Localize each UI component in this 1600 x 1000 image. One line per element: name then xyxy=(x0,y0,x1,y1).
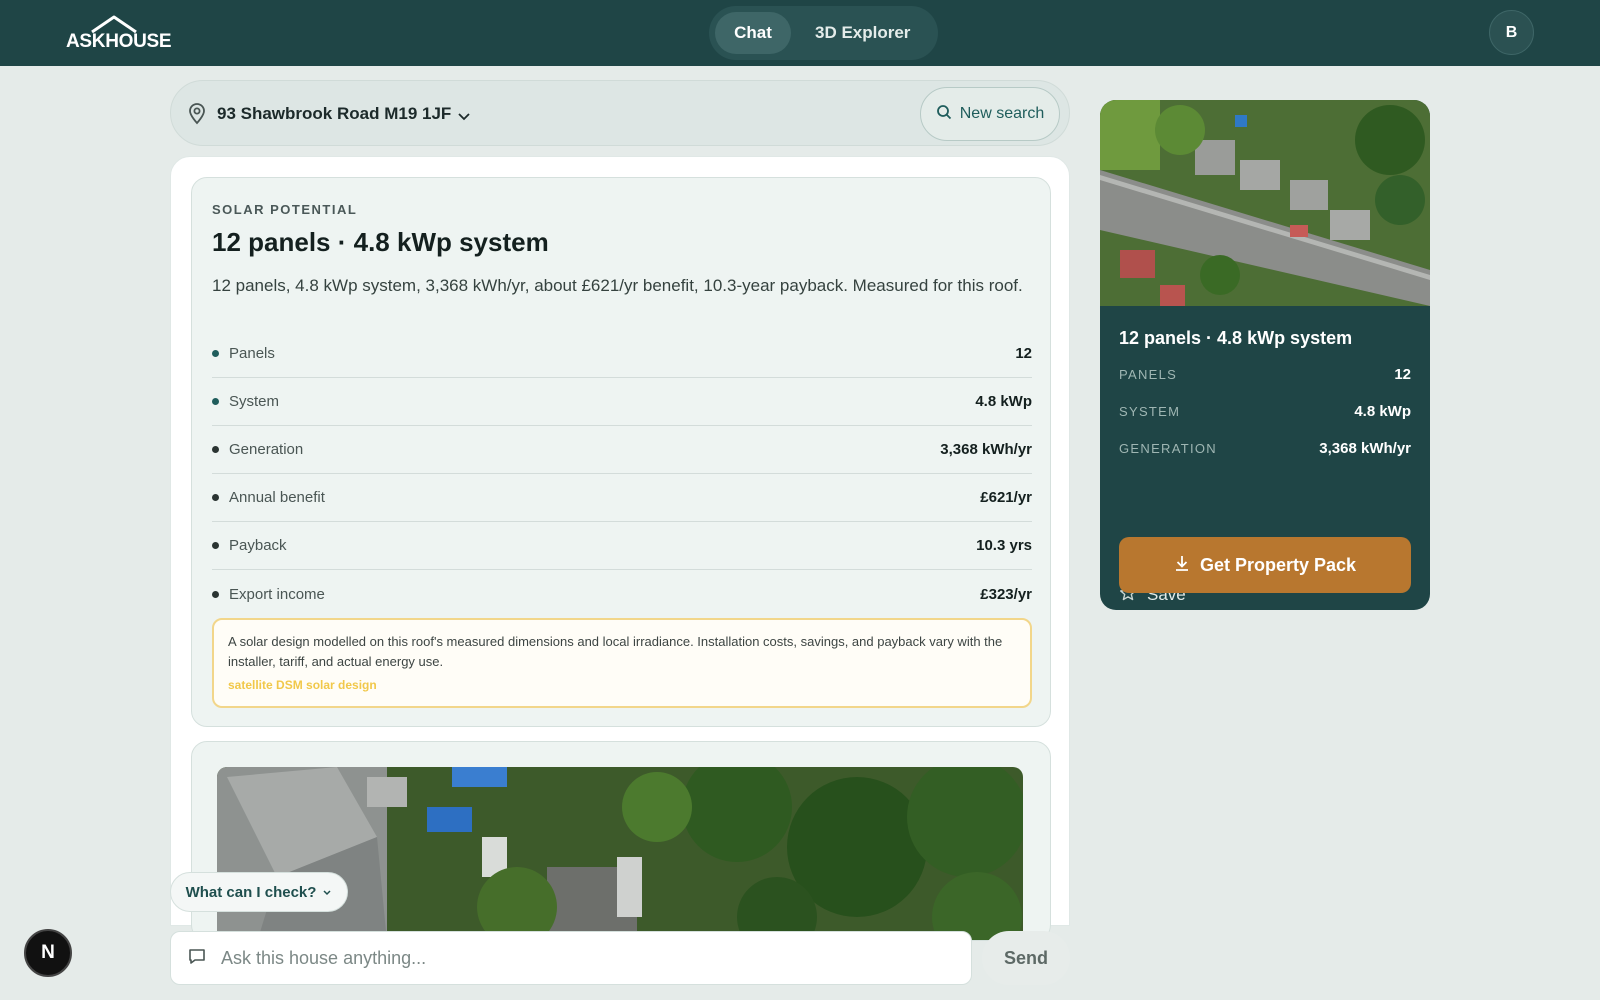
side-stat-panels: PANELS 12 xyxy=(1119,356,1411,393)
metric-row-export-income: Export income £323/yr xyxy=(212,570,1032,618)
metric-label: Annual benefit xyxy=(229,489,325,506)
metric-label: Panels xyxy=(229,345,275,362)
search-icon xyxy=(936,104,952,125)
chat-input-box[interactable] xyxy=(170,931,972,985)
metric-value: 4.8 kWp xyxy=(975,393,1032,410)
metric-value: £323/yr xyxy=(980,585,1032,603)
logo-text: ASKHOUSE xyxy=(66,31,172,52)
metric-list: Panels 12 System 4.8 kWp Generation 3,36… xyxy=(212,330,1032,618)
top-bar: ASKHOUSE Chat 3D Explorer B xyxy=(0,0,1600,66)
get-property-pack-button[interactable]: Get Property Pack xyxy=(1119,537,1411,593)
metric-label: Export income xyxy=(229,585,325,603)
side-stat-generation: GENERATION 3,368 kWh/yr xyxy=(1119,430,1411,467)
note-source: satellite DSM solar design xyxy=(228,678,377,692)
property-summary-card: 12 panels · 4.8 kWp system PANELS 12 SYS… xyxy=(1100,100,1430,610)
bullet-dot xyxy=(212,590,219,598)
stat-value: 3,368 kWh/yr xyxy=(1319,440,1411,457)
metric-value: 10.3 yrs xyxy=(976,537,1032,554)
address-selector[interactable]: 93 Shawbrook Road M19 1JF xyxy=(217,104,451,124)
metric-value: 3,368 kWh/yr xyxy=(940,441,1032,458)
dev-tools-badge[interactable]: N xyxy=(24,929,72,977)
download-icon xyxy=(1174,554,1190,577)
metric-label: Generation xyxy=(229,441,304,458)
cta-label: Get Property Pack xyxy=(1199,554,1357,575)
metric-row-generation: Generation 3,368 kWh/yr xyxy=(212,426,1032,474)
metric-label: System xyxy=(229,393,280,410)
stat-value: 12 xyxy=(1394,366,1411,383)
stat-label: PANELS xyxy=(1119,367,1178,382)
tab-chat[interactable]: Chat xyxy=(715,12,791,54)
chat-input[interactable] xyxy=(221,947,921,969)
card-summary: 12 panels, 4.8 kWp system, 3,368 kWh/yr,… xyxy=(212,276,1023,295)
mode-toggle: Chat 3D Explorer xyxy=(709,6,938,60)
note-text: A solar design modelled on this roof's m… xyxy=(228,634,1003,669)
chat-bubble-icon xyxy=(187,946,207,971)
user-avatar[interactable]: B xyxy=(1489,10,1534,55)
metric-row-annual-benefit: Annual benefit £621/yr xyxy=(212,474,1032,522)
logo[interactable]: ASKHOUSE xyxy=(66,14,172,54)
bullet-dot xyxy=(212,446,219,453)
send-button[interactable]: Send xyxy=(982,931,1070,985)
bullet-dot xyxy=(212,398,219,405)
metric-row-system: System 4.8 kWp xyxy=(212,378,1032,426)
solar-potential-card: SOLAR POTENTIAL 12 panels · 4.8 kWp syst… xyxy=(191,177,1051,727)
side-card-title: 12 panels · 4.8 kWp system xyxy=(1119,328,1353,348)
metric-row-payback: Payback 10.3 yrs xyxy=(212,522,1032,570)
card-title: 12 panels · 4.8 kWp system xyxy=(212,227,549,257)
metric-label: Payback xyxy=(229,537,287,554)
side-stat-system: SYSTEM 4.8 kWp xyxy=(1119,393,1411,430)
suggest-label: What can I check? xyxy=(185,883,317,901)
aerial-roof-image[interactable] xyxy=(217,767,1023,940)
aerial-thumbnail[interactable] xyxy=(1100,100,1430,306)
side-stats: PANELS 12 SYSTEM 4.8 kWp GENERATION 3,36… xyxy=(1119,356,1411,467)
what-can-i-check-button[interactable]: What can I check? xyxy=(170,872,348,912)
metric-value: £621/yr xyxy=(980,489,1032,506)
stat-label: GENERATION xyxy=(1119,441,1217,456)
metric-row-panels: Panels 12 xyxy=(212,330,1032,378)
disclaimer-note: A solar design modelled on this roof's m… xyxy=(212,618,1032,708)
stat-label: SYSTEM xyxy=(1119,404,1181,419)
chat-panel: SOLAR POTENTIAL 12 panels · 4.8 kWp syst… xyxy=(170,156,1070,941)
bullet-dot xyxy=(212,494,219,501)
location-pin-icon xyxy=(187,103,207,130)
new-search-label: New search xyxy=(959,105,1045,122)
chevron-down-icon xyxy=(322,884,332,901)
new-search-button[interactable]: New search xyxy=(920,87,1060,141)
tab-3d-explorer[interactable]: 3D Explorer xyxy=(799,12,926,54)
metric-value: 12 xyxy=(1015,345,1032,362)
chevron-down-icon[interactable] xyxy=(457,109,471,127)
card-eyebrow: SOLAR POTENTIAL xyxy=(212,202,358,217)
stat-value: 4.8 kWp xyxy=(1354,403,1411,420)
bullet-dot xyxy=(212,542,219,549)
address-bar: 93 Shawbrook Road M19 1JF New search xyxy=(170,80,1070,146)
bullet-dot xyxy=(212,350,219,357)
